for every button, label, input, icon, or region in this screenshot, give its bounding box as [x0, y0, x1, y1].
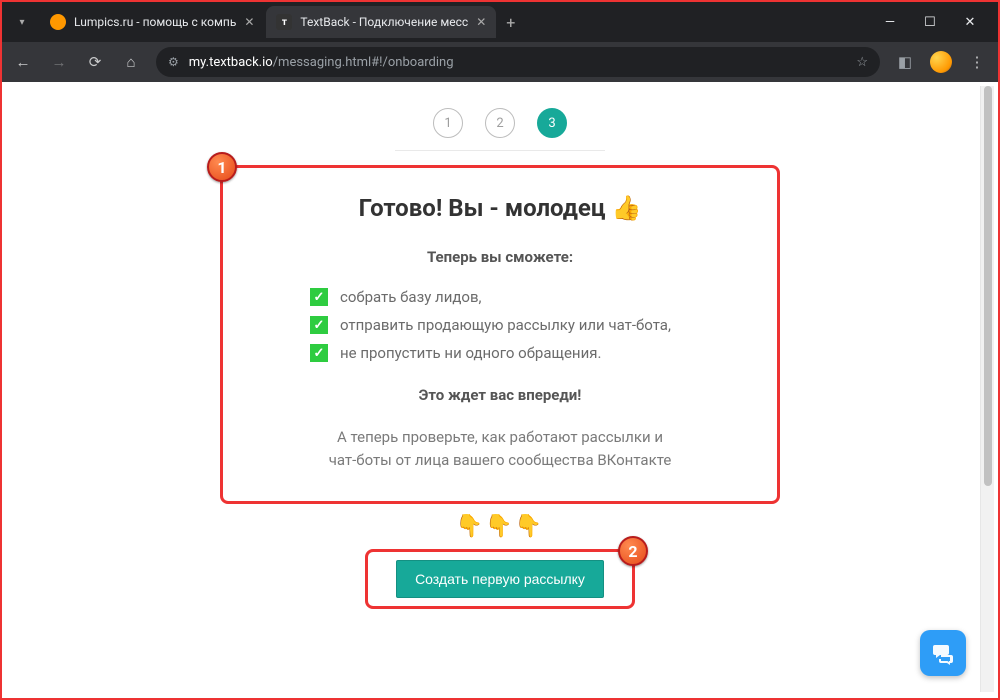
annotation-badge-2: 2 — [618, 536, 648, 566]
check-icon: ✓ — [310, 344, 328, 362]
back-button[interactable]: ← — [12, 51, 34, 73]
tab-title: Lumpics.ru - помощь с компь — [74, 15, 236, 29]
card-ahead-text: Это ждет вас впереди! — [283, 386, 717, 404]
page-viewport: 1 2 3 1 Готово! Вы - молодец 👍 Теперь вы… — [4, 82, 996, 696]
create-first-mailing-button[interactable]: Создать первую рассылку — [396, 560, 604, 598]
onboarding-stepper: 1 2 3 — [395, 102, 605, 151]
check-icon: ✓ — [310, 288, 328, 306]
browser-toolbar: ← → ⟳ ⌂ ⚙ my.textback.io/messaging.html#… — [2, 42, 998, 82]
list-item: ✓ отправить продающую рассылку или чат-б… — [310, 316, 690, 334]
card-try-text: А теперь проверьте, как работают рассылк… — [283, 426, 717, 471]
card-title-text: Готово! Вы - молодец — [359, 194, 606, 222]
onboarding-success-card: 1 Готово! Вы - молодец 👍 Теперь вы сможе… — [220, 165, 780, 504]
home-button[interactable]: ⌂ — [120, 51, 142, 73]
reload-button[interactable]: ⟳ — [84, 51, 106, 73]
browser-titlebar: ▾ Lumpics.ru - помощь с компь ✕ т TextBa… — [2, 2, 998, 42]
close-icon[interactable]: ✕ — [244, 15, 254, 29]
close-icon[interactable]: ✕ — [476, 15, 486, 29]
page-content: 1 2 3 1 Готово! Вы - молодец 👍 Теперь вы… — [4, 82, 996, 639]
url-path: /messaging.html#!/onboarding — [273, 55, 454, 70]
forward-button[interactable]: → — [48, 51, 70, 73]
check-icon: ✓ — [310, 316, 328, 334]
url-domain: my.textback.io — [189, 55, 273, 70]
list-item-text: не пропустить ни одного обращения. — [340, 344, 601, 362]
favicon-textback: т — [276, 14, 292, 30]
card-title: Готово! Вы - молодец 👍 — [283, 194, 717, 222]
step-1[interactable]: 1 — [433, 108, 463, 138]
list-item-text: отправить продающую рассылку или чат-бот… — [340, 316, 671, 334]
extension-icon[interactable]: ◧ — [894, 51, 916, 73]
try-line-2: чат-боты от лица вашего сообщества ВКонт… — [329, 451, 672, 469]
tab-title: TextBack - Подключение месс — [300, 15, 468, 29]
pointing-down-icon: 👇👇👇 — [44, 514, 956, 539]
step-3[interactable]: 3 — [537, 108, 567, 138]
thumbs-up-icon: 👍 — [611, 194, 641, 222]
close-window-button[interactable]: ✕ — [960, 15, 980, 30]
cta-highlight-box: 2 Создать первую рассылку — [365, 549, 635, 609]
card-subhead: Теперь вы сможете: — [283, 248, 717, 266]
vertical-scrollbar[interactable] — [980, 86, 994, 692]
profile-avatar[interactable] — [930, 51, 952, 73]
browser-menu-button[interactable]: ⋮ — [966, 51, 988, 73]
benefits-list: ✓ собрать базу лидов, ✓ отправить продаю… — [310, 288, 690, 362]
new-tab-button[interactable]: + — [506, 13, 515, 32]
tab-search-dropdown[interactable]: ▾ — [10, 10, 34, 34]
list-item: ✓ собрать базу лидов, — [310, 288, 690, 306]
window-controls: ― ☐ ✕ — [880, 15, 990, 30]
list-item-text: собрать базу лидов, — [340, 288, 481, 306]
favicon-lumpics — [50, 14, 66, 30]
list-item: ✓ не пропустить ни одного обращения. — [310, 344, 690, 362]
step-2[interactable]: 2 — [485, 108, 515, 138]
try-line-1: А теперь проверьте, как работают рассылк… — [337, 428, 663, 446]
bookmark-icon[interactable]: ☆ — [856, 55, 868, 70]
tab-lumpics[interactable]: Lumpics.ru - помощь с компь ✕ — [40, 6, 264, 38]
annotation-badge-1: 1 — [207, 152, 237, 182]
minimize-button[interactable]: ― — [880, 15, 900, 30]
maximize-button[interactable]: ☐ — [920, 15, 940, 30]
chat-widget-button[interactable] — [920, 630, 966, 676]
url-bar[interactable]: ⚙ my.textback.io/messaging.html#!/onboar… — [156, 47, 880, 77]
site-settings-icon[interactable]: ⚙ — [168, 55, 179, 69]
tab-textback[interactable]: т TextBack - Подключение месс ✕ — [266, 6, 496, 38]
